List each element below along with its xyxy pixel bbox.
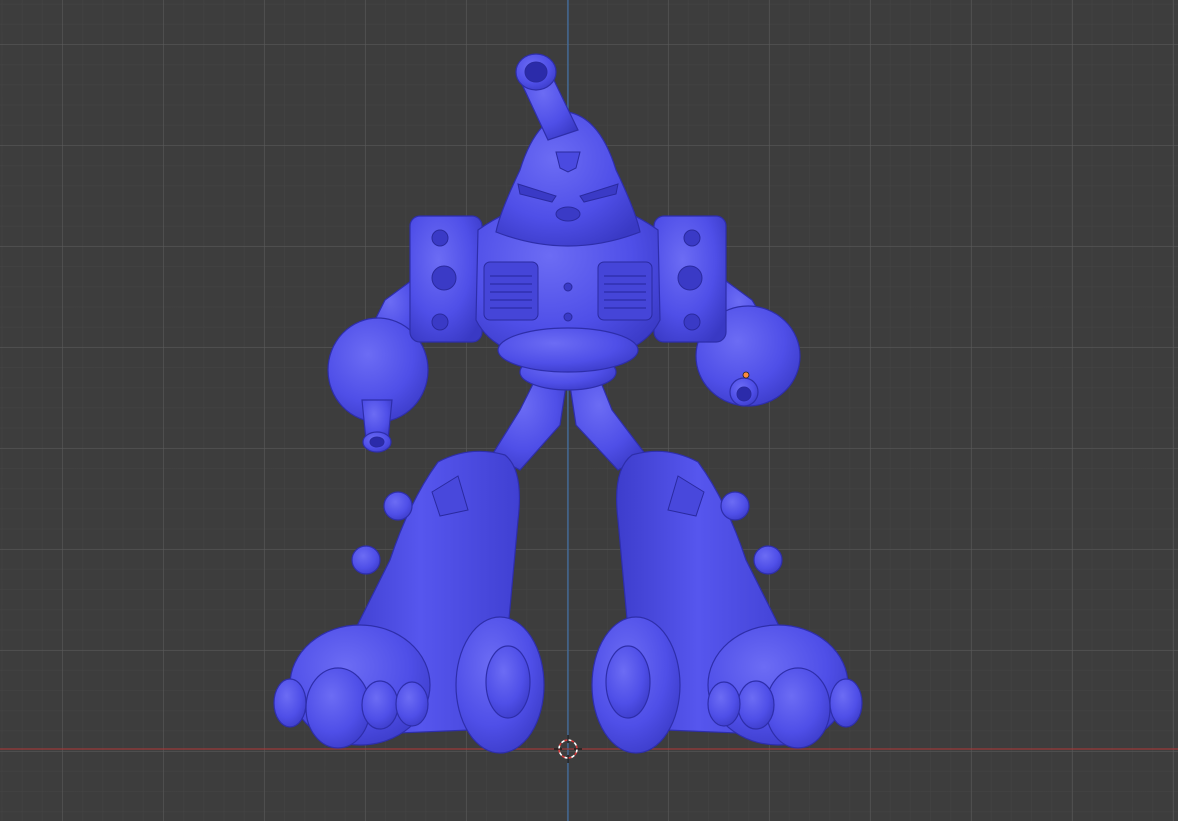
robot-mouth	[555, 206, 581, 222]
robot-shoulder-left-hole-2	[431, 265, 457, 291]
robot-vent-right	[597, 261, 653, 321]
robot-bolt-left-2	[351, 545, 381, 575]
robot-bolt-left-1	[383, 491, 413, 521]
robot-wheel-left-hub	[361, 680, 399, 730]
viewport-scene	[0, 0, 1178, 821]
robot-wheel-right-small	[765, 667, 831, 749]
robot-wheel-right-hub2	[707, 681, 741, 727]
robot-toe-left	[273, 678, 307, 728]
robot-vent-left	[483, 261, 539, 321]
robot-bolt-right-2	[753, 545, 783, 575]
robot-cannon-right-bore	[736, 386, 752, 402]
robot-shoulder-right-hole-1	[683, 229, 701, 247]
object-origin-point	[742, 371, 750, 379]
robot-shoulder-right-hole-2	[677, 265, 703, 291]
robot-chest-button-1	[563, 282, 573, 292]
robot-shoulder-left-hole-3	[431, 313, 449, 331]
3d-viewport[interactable]	[0, 0, 1178, 821]
robot-chest-button-2	[563, 312, 573, 322]
robot-wheel-left-small	[305, 667, 371, 749]
robot-wheel-left-big-hub	[485, 645, 531, 719]
robot-wheel-right-hub	[737, 680, 775, 730]
robot-wheel-left-hub2	[395, 681, 429, 727]
robot-cannon-left-bore	[369, 436, 385, 448]
robot-shoulder-right-hole-3	[683, 313, 701, 331]
robot-head-cannon-bore	[524, 61, 548, 83]
robot-toe-right	[829, 678, 863, 728]
robot-belly	[497, 327, 639, 373]
robot-wheel-right-big-hub	[605, 645, 651, 719]
robot-shoulder-left-hole-1	[431, 229, 449, 247]
robot-bolt-right-1	[720, 491, 750, 521]
